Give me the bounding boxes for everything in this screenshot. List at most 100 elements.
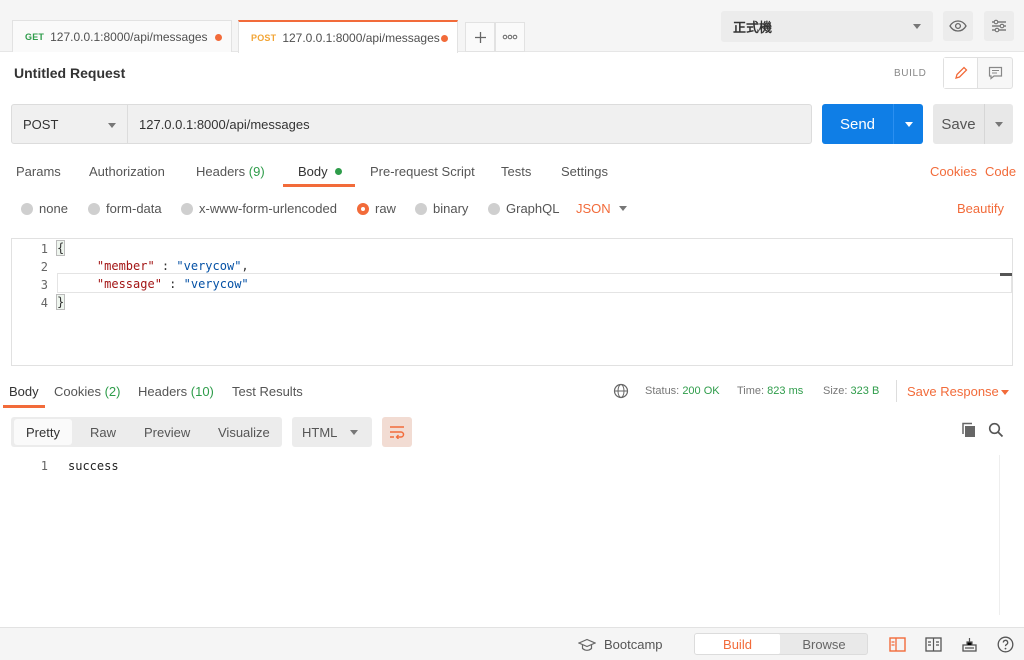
body-type-none[interactable]: none <box>21 201 68 216</box>
response-tab-headers[interactable]: Headers (10) <box>138 384 214 399</box>
save-options-button[interactable] <box>984 104 1013 144</box>
raw-format-select[interactable]: JSON <box>576 201 627 216</box>
comments-button[interactable] <box>978 58 1012 88</box>
json-key: "message" <box>96 277 162 291</box>
new-tab-button[interactable] <box>465 22 495 52</box>
radio-icon <box>415 202 427 215</box>
time-readout: Time: 823 ms <box>737 385 803 397</box>
radio-selected-icon <box>357 202 369 215</box>
eye-icon <box>949 20 967 32</box>
code-token: : <box>161 277 184 291</box>
body-type-form-data[interactable]: form-data <box>88 201 162 216</box>
view-pretty[interactable]: Pretty <box>26 425 60 440</box>
tab-pre-request-script[interactable]: Pre-request Script <box>370 164 475 179</box>
line-number: 4 <box>40 296 48 310</box>
body-editor[interactable]: 1 2 3 4 <box>11 238 1013 366</box>
tab-tests[interactable]: Tests <box>501 164 531 179</box>
response-tab-cookies[interactable]: Cookies (2) <box>54 384 120 399</box>
copy-icon[interactable] <box>961 422 977 441</box>
divider <box>896 380 897 402</box>
beautify-link[interactable]: Beautify <box>957 201 1004 216</box>
edit-mode-button[interactable] <box>944 58 979 88</box>
response-tab-label: Headers <box>138 384 188 399</box>
json-value: "verycow" <box>183 277 249 291</box>
body-type-urlencoded[interactable]: x-www-form-urlencoded <box>181 201 337 216</box>
body-type-label: form-data <box>106 201 162 216</box>
tab-body[interactable]: Body <box>298 164 343 179</box>
bootcamp-button[interactable]: Bootcamp <box>578 637 663 652</box>
cookies-count: (2) <box>104 384 121 399</box>
request-title[interactable]: Untitled Request <box>14 65 125 81</box>
line-number: 2 <box>40 260 48 274</box>
raw-format-label: JSON <box>576 201 611 216</box>
body-type-graphql[interactable]: GraphQL <box>488 201 559 216</box>
body-type-label: GraphQL <box>506 201 560 216</box>
tab-url: 127.0.0.1:8000/api/messages <box>282 30 440 45</box>
line-number: 3 <box>40 278 48 292</box>
code-link[interactable]: Code <box>985 164 1016 179</box>
chevron-down-icon <box>350 430 358 435</box>
line-number: 1 <box>40 242 48 256</box>
tab-authorization[interactable]: Authorization <box>89 164 165 179</box>
radio-icon <box>21 202 33 215</box>
response-scrollbar[interactable] <box>999 455 1013 615</box>
request-tab-get[interactable]: GET 127.0.0.1:8000/api/messages <box>12 20 232 52</box>
tab-body-indicator <box>283 184 355 187</box>
keyboard-shortcuts-icon[interactable] <box>959 634 979 654</box>
tab-params[interactable]: Params <box>16 164 61 179</box>
request-tab-post[interactable]: POST 127.0.0.1:8000/api/messages <box>238 20 458 53</box>
save-response-button[interactable]: Save Response <box>907 384 1009 399</box>
editor-scrollbar-thumb[interactable] <box>1000 273 1012 276</box>
headers-count: (9) <box>248 164 265 179</box>
url-input[interactable] <box>127 104 812 144</box>
search-icon[interactable] <box>988 422 1004 441</box>
response-tab-body[interactable]: Body <box>9 384 39 399</box>
json-value: "verycow" <box>176 259 242 273</box>
more-tabs-button[interactable] <box>495 22 525 52</box>
unsaved-dot-icon <box>215 34 222 41</box>
headers-count: (10) <box>190 384 214 399</box>
chevron-down-icon <box>905 122 913 127</box>
graduation-cap-icon <box>578 638 596 651</box>
tab-settings[interactable]: Settings <box>561 164 608 179</box>
layout-grid-icon[interactable] <box>923 634 943 654</box>
body-type-label: none <box>39 201 68 216</box>
view-visualize[interactable]: Visualize <box>218 425 270 440</box>
body-active-dot-icon <box>335 168 343 175</box>
chevron-down-icon <box>108 123 116 128</box>
build-mode-button[interactable]: Build <box>695 634 780 654</box>
method-select[interactable]: POST <box>11 104 128 144</box>
comment-icon <box>988 66 1002 80</box>
chevron-down-icon <box>619 206 627 211</box>
send-button[interactable]: Send <box>822 104 893 144</box>
body-type-raw[interactable]: raw <box>357 201 396 216</box>
body-type-binary[interactable]: binary <box>415 201 468 216</box>
sliders-icon <box>992 19 1006 33</box>
manage-environments-button[interactable] <box>984 11 1014 41</box>
cookies-link[interactable]: Cookies <box>930 164 977 179</box>
browse-mode-button[interactable]: Browse <box>781 634 867 654</box>
environment-select[interactable]: 正式機 <box>721 11 933 42</box>
environment-quick-look-button[interactable] <box>943 11 973 41</box>
wrap-lines-button[interactable] <box>382 417 412 447</box>
globe-icon[interactable] <box>613 383 629 402</box>
save-button[interactable]: Save <box>933 104 984 144</box>
body-type-label: raw <box>375 201 396 216</box>
view-preview[interactable]: Preview <box>144 425 190 440</box>
status-readout: Status: 200 OK <box>645 385 720 397</box>
response-format-label: HTML <box>302 424 338 440</box>
response-format-select[interactable]: HTML <box>292 417 372 447</box>
response-tab-test-results[interactable]: Test Results <box>232 384 303 399</box>
status-bar <box>0 627 1024 660</box>
code-line: { <box>55 240 66 256</box>
editor-gutter: 1 2 3 4 <box>12 239 60 365</box>
plus-icon <box>474 31 486 43</box>
two-pane-view-icon[interactable] <box>887 634 907 654</box>
unsaved-dot-icon <box>441 35 448 42</box>
help-icon[interactable] <box>995 634 1015 654</box>
view-raw[interactable]: Raw <box>90 425 116 440</box>
send-options-button[interactable] <box>893 104 923 144</box>
code-token: } <box>55 294 66 310</box>
time-label: Time: <box>737 385 765 397</box>
tab-headers[interactable]: Headers (9) <box>196 164 265 179</box>
